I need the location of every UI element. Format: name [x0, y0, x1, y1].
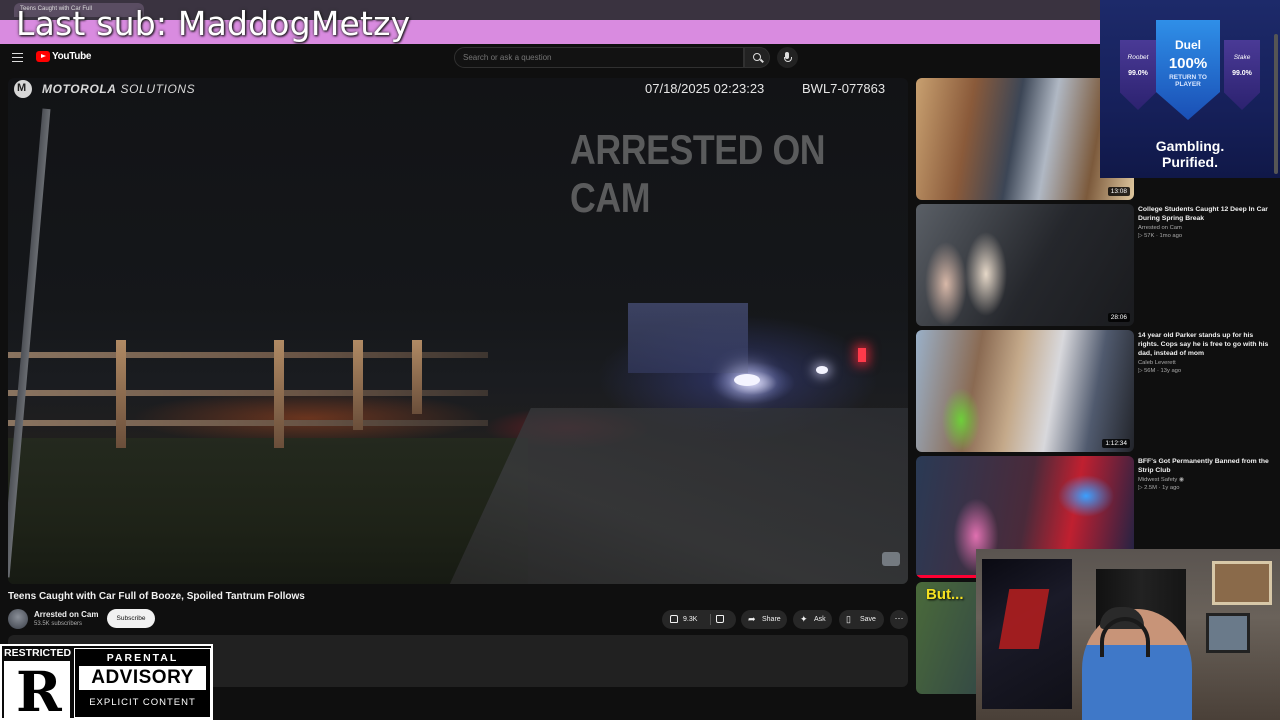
pa-bottom-text: EXPLICIT CONTENT: [89, 697, 196, 708]
bodycam-device-id: BWL7-077863: [802, 81, 886, 96]
recommendation-title[interactable]: College Students Caught 12 Deep In Car D…: [1138, 205, 1270, 223]
channel-watermark: ARRESTED ON CAM: [570, 126, 826, 221]
stream-screen: Teens Caught with Car Full Last sub: Mad…: [0, 0, 1280, 720]
ad-tagline: Purified.: [1161, 154, 1218, 170]
like-icon[interactable]: [670, 615, 678, 623]
youtube-logo-icon[interactable]: [36, 51, 50, 62]
search-input[interactable]: [463, 53, 733, 62]
ad-tagline: Gambling.: [1155, 138, 1225, 154]
bodycam-timestamp: 07/18/2025 02:23:23: [645, 81, 765, 96]
streamer-webcam: [976, 549, 1280, 720]
save-label: Save: [860, 616, 876, 623]
search-icon: [753, 53, 761, 61]
share-label: Share: [762, 616, 781, 623]
ad-brand: Duel: [1174, 38, 1201, 52]
recommendation-channel[interactable]: Arrested on Cam: [1138, 225, 1270, 231]
dislike-icon[interactable]: [716, 615, 724, 623]
subscriber-count: 53.5K subscribers: [34, 621, 83, 627]
thumbnail-text: But...: [926, 586, 964, 603]
video-duration: 28:06: [1107, 313, 1130, 322]
youtube-header: YouTube: [0, 44, 1100, 74]
search-box[interactable]: [454, 47, 744, 68]
motorola-logo-icon: [14, 80, 32, 98]
video-frame-grass: [8, 438, 528, 584]
wall-picture: [1206, 613, 1250, 653]
parental-advisory-label: PARENTAL ADVISORY EXPLICIT CONTENT: [74, 648, 211, 718]
voice-search-mic-icon[interactable]: [777, 47, 798, 68]
channel-badge-icon[interactable]: [882, 552, 900, 566]
ad-rtp-text: RETURN TO PLAYER: [1169, 74, 1207, 88]
sparkle-icon: ✦: [800, 614, 808, 624]
bodycam-brand: MOTOROLA SOLUTIONS: [42, 82, 196, 96]
video-frame-building: [628, 303, 748, 373]
video-frame-headlight: [816, 366, 828, 374]
recommendation-meta: ▷ 57K · 1mo ago: [1138, 233, 1183, 239]
last-sub-text: Last sub: MaddogMetzy: [16, 4, 411, 43]
share-icon: ➦: [748, 614, 756, 624]
channel-name[interactable]: Arrested on Cam: [34, 610, 98, 619]
like-dislike-pill: 9.3K: [662, 610, 736, 629]
pa-mid-text: ADVISORY: [79, 666, 206, 690]
restricted-label: RESTRICTED: [4, 647, 72, 659]
ad-left-pct: 99.0%: [1128, 70, 1148, 77]
competitor-shield-left: Roobet 99.0%: [1120, 40, 1156, 110]
search-button[interactable]: [744, 47, 770, 68]
menu-icon[interactable]: [12, 53, 23, 62]
video-frame-road: [448, 408, 908, 584]
ad-right-pct: 99.0%: [1232, 70, 1252, 77]
recommendation-meta: ▷ 56M · 13y ago: [1138, 368, 1182, 374]
video-player[interactable]: MOTOROLA SOLUTIONS 07/18/2025 02:23:23 B…: [8, 78, 908, 584]
channel-avatar[interactable]: [8, 609, 28, 629]
recommendation-thumbnail[interactable]: 28:06: [916, 204, 1134, 326]
more-actions-icon[interactable]: ⋯: [890, 610, 908, 629]
recommendation-info[interactable]: College Students Caught 12 Deep In Car D…: [1138, 205, 1270, 239]
subscribe-button[interactable]: Subscribe: [107, 609, 155, 628]
recommendation-info[interactable]: BFF's Got Permanently Banned from the St…: [1138, 457, 1270, 491]
ask-button[interactable]: ✦ Ask: [793, 610, 832, 629]
ask-label: Ask: [814, 616, 826, 623]
video-frame-siren-light: [858, 348, 866, 362]
bookmark-icon: ▯: [846, 614, 851, 624]
youtube-brand[interactable]: YouTube: [52, 51, 92, 62]
save-button[interactable]: ▯ Save: [839, 610, 884, 629]
recommendation-channel[interactable]: Caleb Leverett: [1138, 360, 1270, 366]
recommendation-info[interactable]: 14 year old Parker stands up for his rig…: [1138, 331, 1270, 374]
r-letter: R: [16, 659, 62, 720]
recommendation-thumbnail[interactable]: 1:12:34: [916, 330, 1134, 452]
scrollbar-thumb[interactable]: [1274, 34, 1278, 174]
competitor-shield-right: Stake 99.0%: [1224, 40, 1260, 110]
divider: [710, 614, 711, 625]
video-frame-headlight: [734, 374, 760, 386]
ad-percent: 100%: [1168, 55, 1208, 72]
pa-top-text: PARENTAL: [106, 652, 179, 664]
share-button[interactable]: ➦ Share: [741, 610, 787, 629]
ad-left-name: Roobet: [1127, 54, 1149, 61]
recommendation-title[interactable]: BFF's Got Permanently Banned from the St…: [1138, 457, 1270, 475]
video-duration: 1:12:34: [1102, 439, 1130, 448]
video-duration: 13:08: [1107, 187, 1130, 196]
video-frame-fence: [8, 340, 488, 450]
r-rating-badge: R: [4, 659, 70, 720]
rating-overlay: RESTRICTED R PARENTAL ADVISORY EXPLICIT …: [0, 644, 213, 720]
recommendation-title[interactable]: 14 year old Parker stands up for his rig…: [1138, 331, 1270, 358]
recommendation-channel[interactable]: Midwest Safety ◉: [1138, 477, 1270, 483]
ad-right-name: Stake: [1233, 54, 1251, 61]
video-title: Teens Caught with Car Full of Booze, Spo…: [8, 591, 305, 602]
recommendation-meta: ▷ 2.5M · 1y ago: [1138, 485, 1180, 491]
like-count[interactable]: 9.3K: [683, 610, 697, 629]
sponsor-ad-overlay: Roobet 99.0% Stake 99.0% Duel 100% RETUR…: [1100, 0, 1280, 178]
wall-picture: [1212, 561, 1272, 605]
